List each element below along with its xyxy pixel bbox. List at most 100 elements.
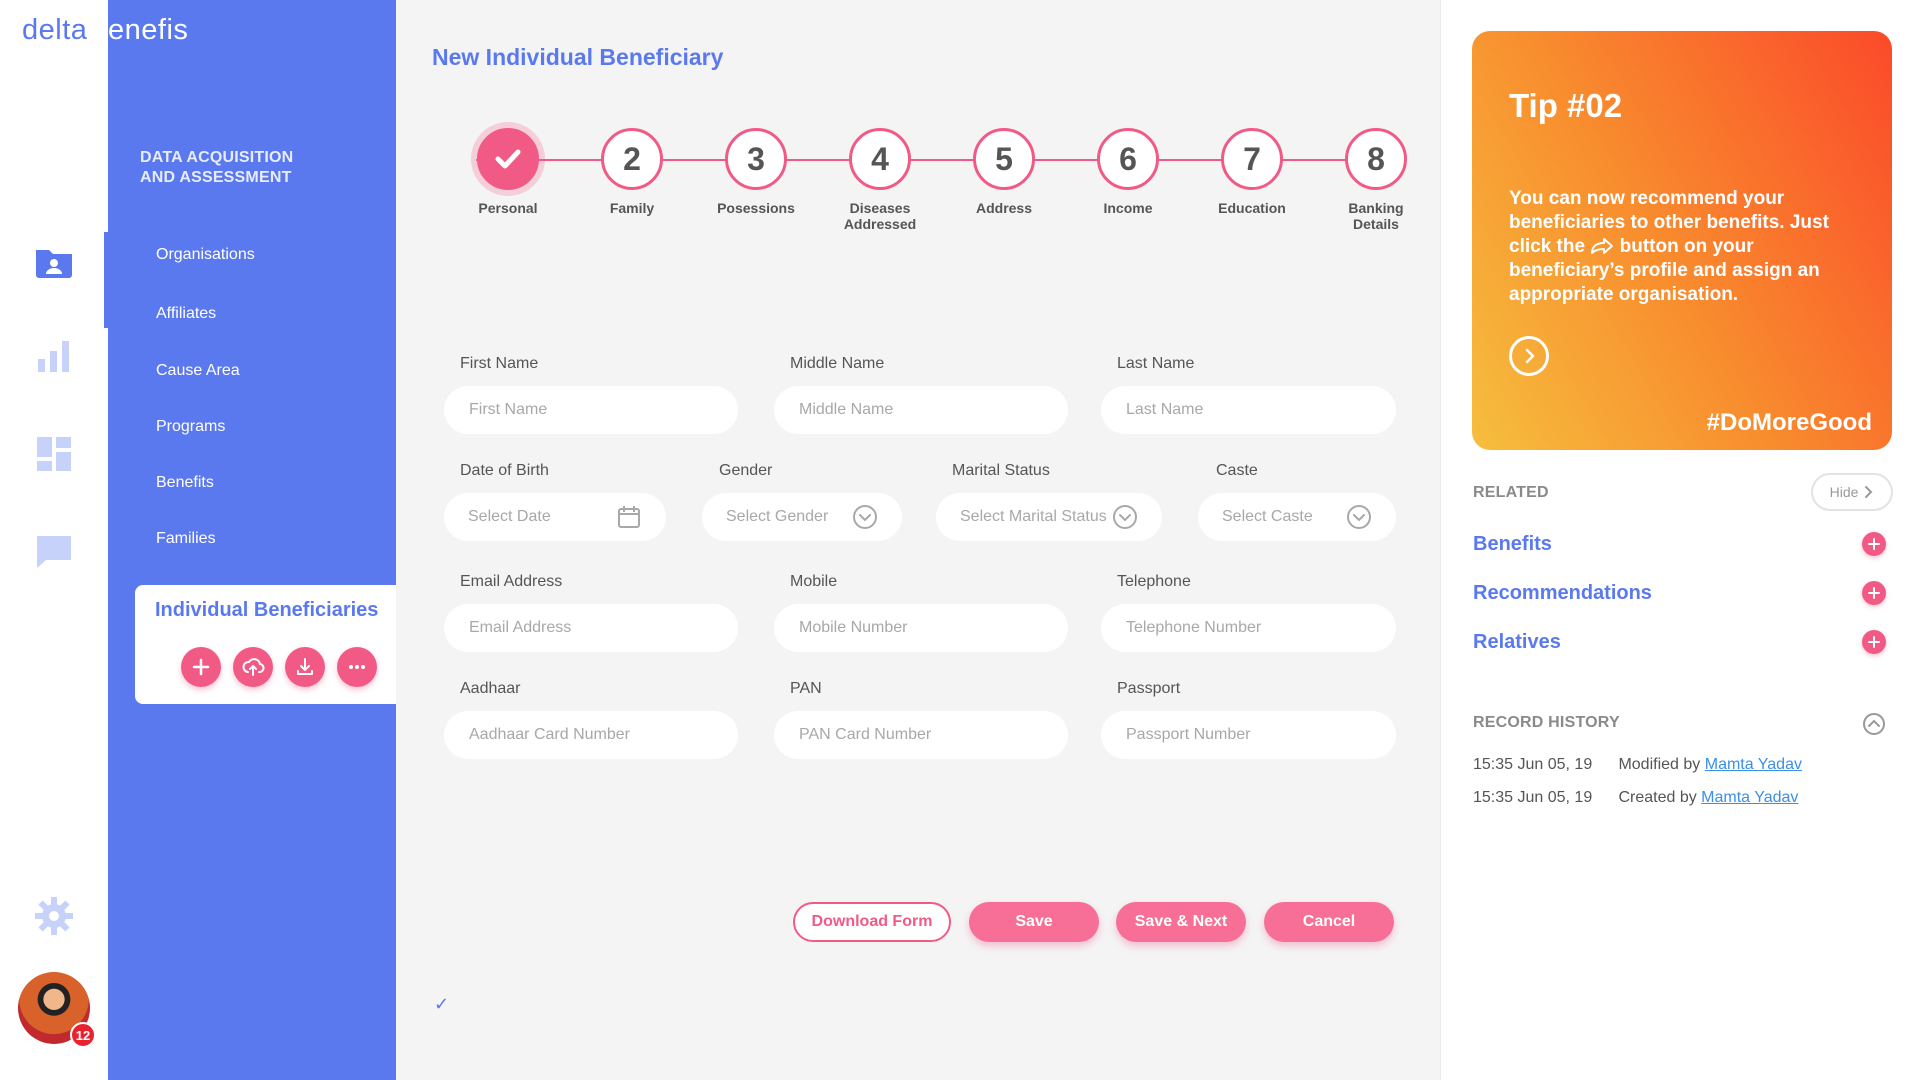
tip-next-button[interactable]: [1509, 336, 1549, 376]
download-icon: [297, 658, 313, 675]
plus-icon: [1868, 538, 1880, 550]
check-icon: ✓: [434, 994, 450, 1014]
download-form-button[interactable]: Download Form: [793, 902, 951, 942]
right-panel: Tip #02 You can now recommend your benef…: [1440, 0, 1920, 1080]
hide-related-button[interactable]: Hide: [1811, 473, 1893, 511]
plus-icon: [1868, 636, 1880, 648]
folder-user-icon: [36, 250, 72, 278]
tip-body: You can now recommend your beneficiaries…: [1509, 187, 1849, 307]
sidebar-item-affiliates[interactable]: Affiliates: [156, 305, 216, 323]
save-next-button[interactable]: Save & Next: [1116, 902, 1246, 942]
sidebar-item-benefits[interactable]: Benefits: [156, 474, 214, 492]
marital-status-select[interactable]: Select Marital Status: [936, 493, 1162, 541]
aadhaar-input[interactable]: [444, 711, 738, 759]
plus-icon: [192, 658, 210, 676]
add-benefit-button[interactable]: [1862, 532, 1886, 556]
tip-card: Tip #02 You can now recommend your benef…: [1472, 31, 1892, 450]
step-income[interactable]: 6 Income: [1066, 128, 1190, 216]
sidebar-item-organisations[interactable]: Organisations: [156, 246, 255, 264]
sidebar: DATA ACQUISITION AND ASSESSMENT Organisa…: [108, 0, 397, 1080]
history-user-link[interactable]: Mamta Yadav: [1705, 756, 1802, 773]
add-relative-button[interactable]: [1862, 630, 1886, 654]
chevron-up-icon[interactable]: [1862, 712, 1886, 736]
main-content: New Individual Beneficiary Personal 2 Fa…: [396, 0, 1440, 1080]
gender-select[interactable]: Select Gender: [702, 493, 902, 541]
last-name-input[interactable]: [1101, 386, 1396, 434]
sidebar-heading: DATA ACQUISITION AND ASSESSMENT: [140, 149, 294, 186]
upload-cloud-icon: [242, 658, 265, 676]
add-beneficiary-button[interactable]: [181, 647, 221, 687]
tip-title: Tip #02: [1509, 87, 1623, 124]
sidebar-item-individual-beneficiaries[interactable]: Individual Beneficiaries: [135, 585, 397, 704]
history-user-link[interactable]: Mamta Yadav: [1701, 789, 1798, 806]
gender-label: Gender: [719, 462, 773, 479]
step-number: 6: [1097, 128, 1159, 190]
chevron-down-icon: [853, 505, 877, 529]
more-options-button[interactable]: [337, 647, 377, 687]
first-name-label: First Name: [460, 355, 539, 372]
gender-placeholder: Select Gender: [726, 508, 829, 525]
mobile-input[interactable]: [774, 604, 1068, 652]
email-input[interactable]: [444, 604, 738, 652]
gear-icon: [35, 897, 73, 935]
caste-select[interactable]: Select Caste: [1198, 493, 1396, 541]
beneficiaries-nav-icon[interactable]: [0, 232, 108, 328]
step-personal[interactable]: Personal: [446, 128, 570, 216]
settings-nav-icon[interactable]: [0, 886, 108, 946]
first-name-input[interactable]: [444, 386, 738, 434]
brand-logo[interactable]: delta benefis: [22, 14, 188, 47]
dob-picker[interactable]: Select Date: [444, 493, 666, 541]
sidebar-item-cause-area[interactable]: Cause Area: [156, 362, 240, 380]
record-history-title: RECORD HISTORY: [1473, 714, 1620, 731]
chevron-down-icon: [1113, 505, 1137, 529]
middle-name-input[interactable]: [774, 386, 1068, 434]
step-number: 8: [1345, 128, 1407, 190]
cancel-button[interactable]: Cancel: [1264, 902, 1394, 942]
related-relatives-link[interactable]: Relatives: [1473, 631, 1561, 654]
hide-label: Hide: [1829, 484, 1859, 500]
form-stepper: Personal 2 Family 3 Posessions 4 Disease…: [446, 128, 1407, 238]
chevron-right-icon: [1865, 486, 1873, 498]
history-time: 15:35 Jun 05, 19: [1473, 789, 1593, 806]
passport-label: Passport: [1117, 680, 1181, 697]
telephone-label: Telephone: [1117, 573, 1191, 590]
sidebar-item-families[interactable]: Families: [156, 530, 216, 548]
add-recommendation-button[interactable]: [1862, 581, 1886, 605]
middle-name-label: Middle Name: [790, 355, 885, 372]
step-address[interactable]: 5 Address: [942, 128, 1066, 216]
passport-input[interactable]: [1101, 711, 1396, 759]
related-title: RELATED: [1473, 484, 1549, 501]
dob-placeholder: Select Date: [468, 508, 551, 525]
upload-button[interactable]: [233, 647, 273, 687]
telephone-input[interactable]: [1101, 604, 1396, 652]
user-avatar[interactable]: 12: [18, 972, 96, 1048]
step-education[interactable]: 7 Education: [1190, 128, 1314, 216]
step-banking-details[interactable]: 8 Banking Details: [1314, 128, 1438, 232]
history-row: 15:35 Jun 05, 19 Modified by Mamta Yadav: [1473, 756, 1802, 774]
last-name-label: Last Name: [1117, 355, 1195, 372]
history-action: Modified by: [1618, 756, 1701, 773]
save-button[interactable]: Save: [969, 902, 1099, 942]
step-diseases-addressed[interactable]: 4 Diseases Addressed: [818, 128, 942, 232]
step-label: Personal: [478, 200, 538, 216]
download-button[interactable]: [285, 647, 325, 687]
step-posessions[interactable]: 3 Posessions: [694, 128, 818, 216]
icon-rail: 12: [0, 0, 108, 1080]
history-action: Created by: [1618, 789, 1697, 806]
caste-placeholder: Select Caste: [1222, 508, 1313, 525]
reports-nav-icon[interactable]: [0, 326, 108, 386]
dob-label: Date of Birth: [460, 462, 549, 479]
tip-hashtag: #DoMoreGood: [1706, 409, 1872, 436]
messages-nav-icon[interactable]: [0, 522, 108, 582]
pan-input[interactable]: [774, 711, 1068, 759]
caste-label: Caste: [1216, 462, 1258, 479]
related-recommendations-link[interactable]: Recommendations: [1473, 582, 1652, 605]
step-label: Banking Details: [1348, 200, 1404, 232]
mobile-label: Mobile: [790, 573, 838, 590]
related-benefits-link[interactable]: Benefits: [1473, 533, 1552, 556]
step-number: 4: [849, 128, 911, 190]
sidebar-item-programs[interactable]: Programs: [156, 418, 225, 436]
dashboard-nav-icon[interactable]: [0, 424, 108, 484]
step-family[interactable]: 2 Family: [570, 128, 694, 216]
history-row: 15:35 Jun 05, 19 Created by Mamta Yadav: [1473, 789, 1798, 807]
